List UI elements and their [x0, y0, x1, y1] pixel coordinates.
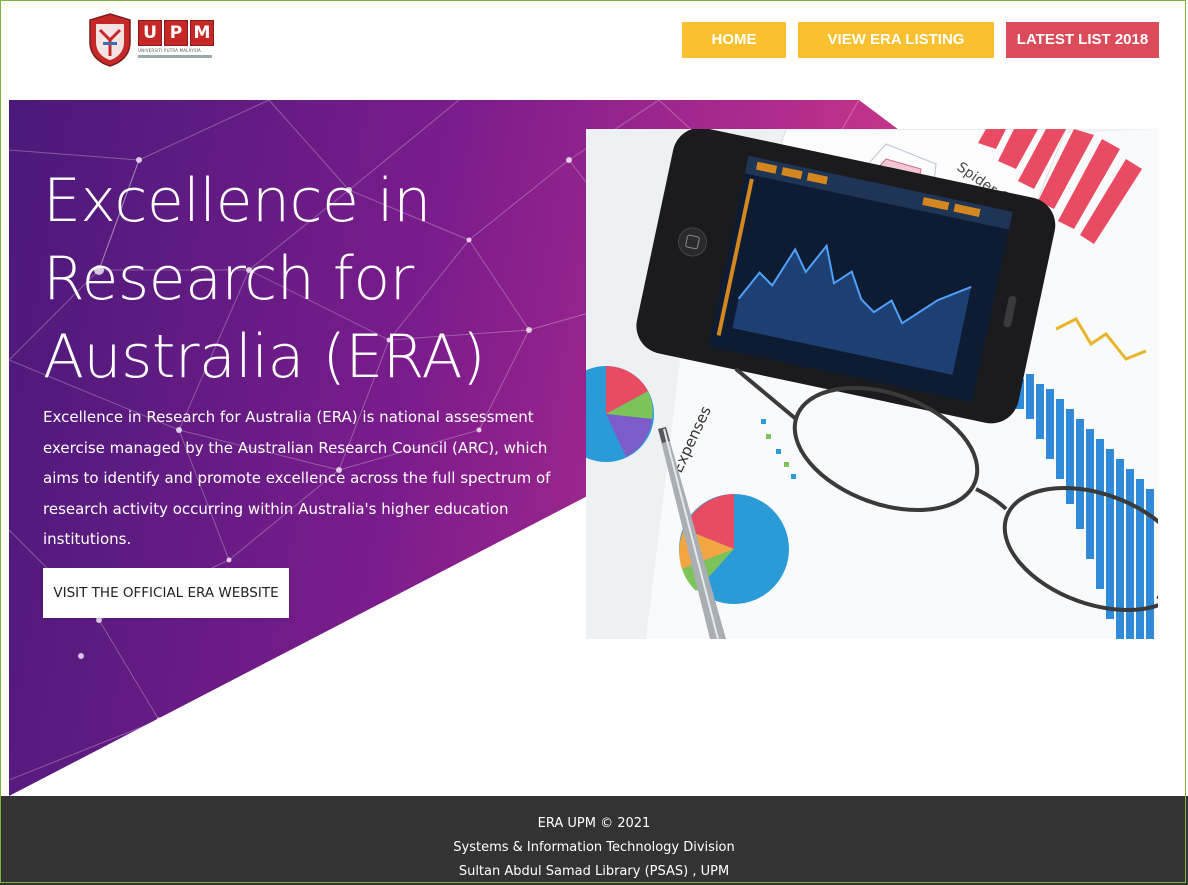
footer-copyright: ERA UPM © 2021: [537, 816, 651, 831]
nav-home-button[interactable]: HOME: [682, 22, 786, 58]
upm-wordmark: U P M: [138, 20, 214, 48]
wordmark-letter: U: [138, 20, 162, 46]
footer-library: Sultan Abdul Samad Library (PSAS) , UPM: [458, 864, 730, 879]
footer-division: Systems & Information Technology Divisio…: [453, 840, 735, 855]
upm-logo[interactable]: U P M UNIVERSITI PUTRA MALAYSIA: [86, 10, 216, 70]
hero-description: Excellence in Research for Australia (ER…: [43, 408, 551, 548]
nav-latest-list-button[interactable]: LATEST LIST 2018: [1006, 22, 1159, 58]
hero-title: Excellence in Research for Australia (ER…: [43, 166, 486, 392]
upm-crest-icon: [89, 13, 131, 67]
hero-photo-illustration: Spider Chart: [586, 129, 1158, 639]
main-nav: HOME VIEW ERA LISTING LATEST LIST 2018: [682, 22, 1159, 58]
hero-photo: Spider Chart: [586, 129, 1158, 639]
site-footer: ERA UPM © 2021 Systems & Information Tec…: [0, 796, 1188, 885]
hero-section: Excellence in Research for Australia (ER…: [9, 100, 1188, 796]
wordmark-letter: P: [164, 20, 188, 46]
visit-era-website-button[interactable]: VISIT THE OFFICIAL ERA WEBSITE: [43, 568, 289, 618]
nav-view-era-listing-button[interactable]: VIEW ERA LISTING: [798, 22, 994, 58]
wordmark-letter: M: [190, 20, 214, 46]
site-header: U P M UNIVERSITI PUTRA MALAYSIA HOME VIE…: [0, 0, 1188, 100]
upm-tagline: UNIVERSITI PUTRA MALAYSIA: [138, 48, 218, 58]
